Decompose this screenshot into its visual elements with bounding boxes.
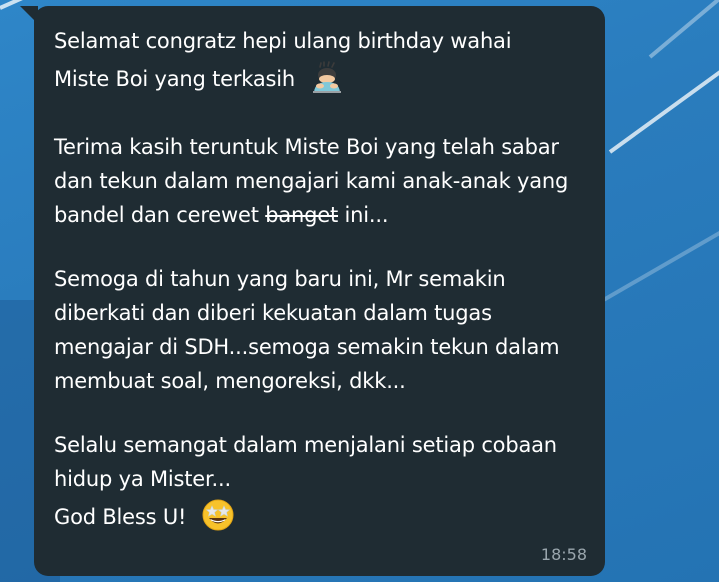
message-line: diberkati dan diberi kekuatan dalam tuga…: [54, 301, 492, 325]
message-line: dan tekun dalam mengajari kami anak-anak…: [54, 169, 569, 193]
message-line: Semoga di tahun yang baru ini, Mr semaki…: [54, 267, 506, 291]
wallpaper-stripe: [648, 0, 719, 59]
message-line: hidup ya Mister...: [54, 467, 231, 491]
message-line: Terima kasih teruntuk Miste Boi yang tel…: [54, 135, 559, 159]
bowing-person-emoji-icon: [310, 60, 344, 94]
wallpaper-stripe: [608, 68, 719, 154]
star-struck-emoji-icon: [201, 498, 235, 532]
message-line-text: bandel dan cerewet: [54, 203, 266, 227]
message-line: mengajar di SDH...semoga semakin tekun d…: [54, 335, 560, 359]
message-timestamp: 18:58: [540, 545, 587, 564]
message-line: God Bless U!: [54, 496, 594, 538]
message-line-text: Miste Boi yang terkasih: [54, 67, 296, 91]
message-line: membuat soal, mengoreksi, dkk...: [54, 369, 406, 393]
message-line: Selalu semangat dalam menjalani setiap c…: [54, 433, 557, 457]
message-line: Miste Boi yang terkasih: [54, 58, 594, 100]
message-line: bandel dan cerewet banget ini...: [54, 198, 594, 232]
message-line-text: God Bless U!: [54, 505, 187, 529]
strikethrough-text: banget: [265, 203, 339, 227]
message-line-text: ini...: [338, 203, 389, 227]
incoming-message-bubble[interactable]: Selamat congratz hepi ulang birthday wah…: [34, 6, 605, 576]
message-line: Selamat congratz hepi ulang birthday wah…: [54, 29, 512, 53]
wallpaper-stripe: [599, 230, 719, 304]
message-text: Selamat congratz hepi ulang birthday wah…: [54, 24, 594, 538]
